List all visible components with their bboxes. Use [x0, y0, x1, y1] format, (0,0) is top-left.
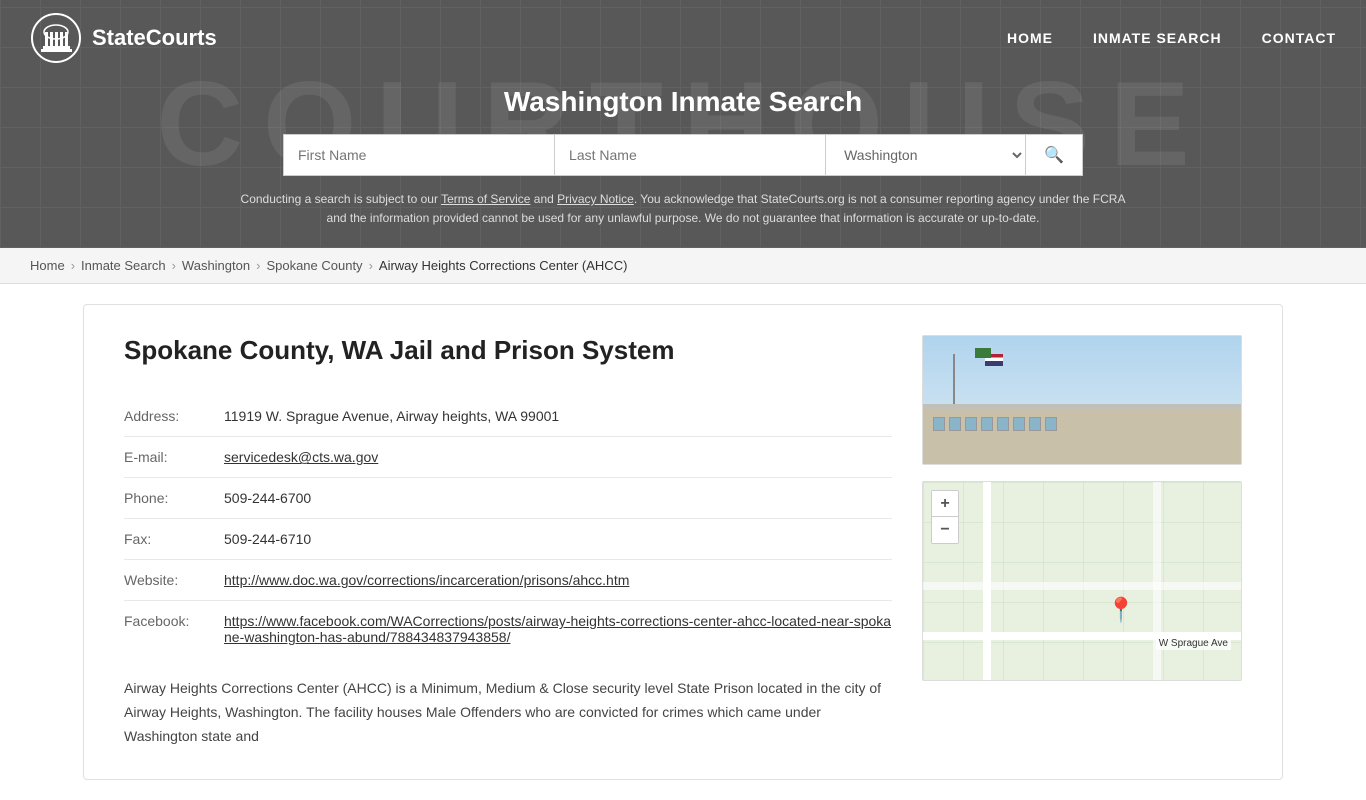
page-header: COURTHOUSE St: [0, 0, 1366, 248]
logo-link[interactable]: StateCourts: [30, 12, 217, 64]
website-row: Website: http://www.doc.wa.gov/correctio…: [124, 560, 892, 601]
content-card: Spokane County, WA Jail and Prison Syste…: [83, 304, 1283, 779]
search-title: Washington Inmate Search: [20, 86, 1346, 118]
website-link[interactable]: http://www.doc.wa.gov/corrections/incarc…: [224, 572, 629, 588]
building-windows: [923, 409, 1241, 439]
top-nav: StateCourts HOME INMATE SEARCH CONTACT: [0, 0, 1366, 76]
email-value: servicedesk@cts.wa.gov: [224, 437, 892, 478]
window-5: [997, 417, 1009, 431]
sky: [923, 336, 1241, 404]
nav-contact[interactable]: CONTACT: [1262, 30, 1336, 46]
window-3: [965, 417, 977, 431]
email-row: E-mail: servicedesk@cts.wa.gov: [124, 437, 892, 478]
window-6: [1013, 417, 1025, 431]
facility-image: [922, 335, 1242, 465]
breadcrumb-state[interactable]: Washington: [182, 258, 250, 273]
address-label: Address:: [124, 396, 224, 437]
map-zoom-out[interactable]: −: [932, 517, 958, 543]
search-button[interactable]: 🔍: [1026, 134, 1083, 176]
facebook-row: Facebook: https://www.facebook.com/WACor…: [124, 601, 892, 658]
main-content: Spokane County, WA Jail and Prison Syste…: [53, 304, 1313, 779]
facility-description: Airway Heights Corrections Center (AHCC)…: [124, 677, 892, 748]
wa-flag: [975, 348, 991, 358]
building-facade: [923, 409, 1241, 464]
address-row: Address: 11919 W. Sprague Avenue, Airway…: [124, 396, 892, 437]
facebook-link[interactable]: https://www.facebook.com/WACorrections/p…: [224, 613, 891, 645]
privacy-link[interactable]: Privacy Notice: [557, 192, 634, 206]
flag-pole: [953, 354, 955, 404]
building: [923, 404, 1241, 464]
email-link[interactable]: servicedesk@cts.wa.gov: [224, 449, 378, 465]
breadcrumb: Home › Inmate Search › Washington › Spok…: [0, 248, 1366, 284]
window-2: [949, 417, 961, 431]
breadcrumb-sep-4: ›: [369, 258, 373, 273]
map-road-vertical: [983, 482, 991, 680]
search-icon: 🔍: [1044, 147, 1064, 164]
map-tiles: [923, 482, 1241, 680]
state-select[interactable]: Select State Alabama Alaska Washington: [826, 134, 1026, 176]
phone-value: 509-244-6700: [224, 478, 892, 519]
breadcrumb-current: Airway Heights Corrections Center (AHCC): [379, 258, 628, 273]
phone-label: Phone:: [124, 478, 224, 519]
page-title: Spokane County, WA Jail and Prison Syste…: [124, 335, 892, 366]
window-8: [1045, 417, 1057, 431]
nav-home[interactable]: HOME: [1007, 30, 1053, 46]
email-label: E-mail:: [124, 437, 224, 478]
window-7: [1029, 417, 1041, 431]
search-section: Washington Inmate Search Select State Al…: [0, 76, 1366, 248]
terms-link[interactable]: Terms of Service: [441, 192, 530, 206]
fax-row: Fax: 509-244-6710: [124, 519, 892, 560]
map-road-v2: [1153, 482, 1161, 680]
map-container[interactable]: 📍 W Sprague Ave + −: [922, 481, 1242, 681]
map-street-label: W Sprague Ave: [1156, 637, 1231, 650]
nav-links: HOME INMATE SEARCH CONTACT: [1007, 30, 1336, 46]
map-road-h2: [923, 582, 1241, 590]
fax-label: Fax:: [124, 519, 224, 560]
content-right: 📍 W Sprague Ave + −: [922, 335, 1242, 748]
address-value: 11919 W. Sprague Avenue, Airway heights,…: [224, 396, 892, 437]
website-value: http://www.doc.wa.gov/corrections/incarc…: [224, 560, 892, 601]
phone-row: Phone: 509-244-6700: [124, 478, 892, 519]
map-controls: + −: [931, 490, 959, 544]
last-name-input[interactable]: [554, 134, 826, 176]
map-zoom-in[interactable]: +: [932, 491, 958, 517]
breadcrumb-county[interactable]: Spokane County: [266, 258, 362, 273]
breadcrumb-sep-1: ›: [71, 258, 75, 273]
breadcrumb-sep-2: ›: [172, 258, 176, 273]
breadcrumb-inmate-search[interactable]: Inmate Search: [81, 258, 166, 273]
content-left: Spokane County, WA Jail and Prison Syste…: [124, 335, 892, 748]
search-bar: Select State Alabama Alaska Washington 🔍: [283, 134, 1083, 176]
facebook-value: https://www.facebook.com/WACorrections/p…: [224, 601, 892, 658]
breadcrumb-sep-3: ›: [256, 258, 260, 273]
disclaimer-text: Conducting a search is subject to our Te…: [233, 190, 1133, 228]
fax-value: 509-244-6710: [224, 519, 892, 560]
site-logo-icon: [30, 12, 82, 64]
site-name: StateCourts: [92, 25, 217, 51]
facebook-label: Facebook:: [124, 601, 224, 658]
first-name-input[interactable]: [283, 134, 554, 176]
info-table: Address: 11919 W. Sprague Avenue, Airway…: [124, 396, 892, 657]
window-1: [933, 417, 945, 431]
window-4: [981, 417, 993, 431]
breadcrumb-home[interactable]: Home: [30, 258, 65, 273]
website-label: Website:: [124, 560, 224, 601]
map-pin: 📍: [1106, 596, 1136, 625]
nav-inmate-search[interactable]: INMATE SEARCH: [1093, 30, 1222, 46]
